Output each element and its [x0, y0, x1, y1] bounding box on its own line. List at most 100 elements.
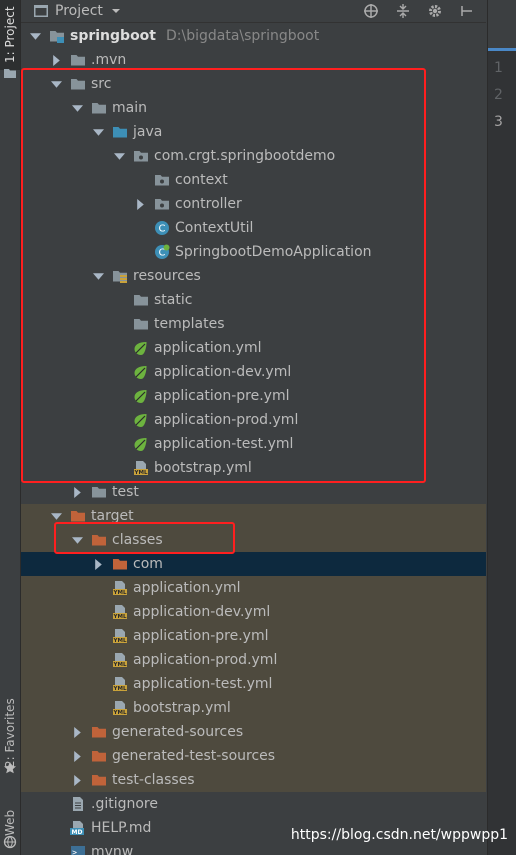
folder-icon [91, 100, 107, 116]
expand-arrow-down-icon[interactable] [29, 30, 41, 42]
collapse-icon[interactable] [394, 2, 412, 20]
tree-row[interactable]: application-prod.yml [21, 408, 486, 432]
tree-item-label: java [133, 124, 163, 140]
globe-icon [3, 835, 17, 849]
resources-folder-icon [112, 268, 128, 284]
expand-arrow-down-icon[interactable] [113, 150, 125, 162]
tree-row[interactable]: test-classes [21, 768, 486, 792]
svg-text:YML: YML [113, 710, 127, 716]
tree-row[interactable]: com.crgt.springbootdemo [21, 144, 486, 168]
tree-row[interactable]: com [21, 552, 486, 576]
expand-arrow-down-icon[interactable] [71, 534, 83, 546]
tree-item-label: bootstrap.yml [154, 460, 252, 476]
tree-row[interactable]: .gitignore [21, 792, 486, 816]
arrow-placeholder [92, 582, 104, 594]
tree-row[interactable]: application-dev.yml [21, 360, 486, 384]
tree-row[interactable]: templates [21, 312, 486, 336]
gear-icon[interactable] [426, 2, 444, 20]
spring-yml-icon [133, 436, 149, 452]
tree-item-label: test [112, 484, 139, 500]
expand-arrow-right-icon[interactable] [71, 726, 83, 738]
arrow-placeholder [92, 654, 104, 666]
expand-arrow-down-icon[interactable] [50, 78, 62, 90]
chevron-down-icon[interactable] [111, 6, 121, 16]
expand-arrow-right-icon[interactable] [92, 558, 104, 570]
arrow-placeholder [113, 390, 125, 402]
expand-arrow-down-icon[interactable] [50, 510, 62, 522]
tree-row[interactable]: main [21, 96, 486, 120]
tree-item-label: springboot [70, 28, 156, 44]
expand-arrow-down-icon[interactable] [71, 102, 83, 114]
svg-text:C: C [159, 224, 166, 235]
tree-row[interactable]: generated-test-sources [21, 744, 486, 768]
spring-boot-class-icon: C [154, 244, 170, 260]
line-number: 1 [494, 60, 503, 76]
tree-row[interactable]: YML application-dev.yml [21, 600, 486, 624]
tree-row[interactable]: YML bootstrap.yml [21, 696, 486, 720]
arrow-placeholder [50, 822, 62, 834]
tree-row[interactable]: generated-sources [21, 720, 486, 744]
tree-row[interactable]: YML application-prod.yml [21, 648, 486, 672]
tree-row[interactable]: .mvn [21, 48, 486, 72]
arrow-placeholder [50, 846, 62, 855]
tree-row[interactable]: controller [21, 192, 486, 216]
tree-item-path: D:\bigdata\springboot [166, 28, 320, 44]
tree-row[interactable]: YML bootstrap.yml [21, 456, 486, 480]
left-tool-strip: 1: Project 2: Favorites Web [0, 0, 21, 855]
project-tool-tab[interactable]: 1: Project [0, 0, 20, 70]
tree-item-label: application-prod.yml [154, 412, 299, 428]
tree-row[interactable]: target [21, 504, 486, 528]
svg-text:YML: YML [113, 662, 127, 668]
arrow-placeholder [134, 246, 146, 258]
expand-arrow-right-icon[interactable] [71, 750, 83, 762]
tree-row[interactable]: C ContextUtil [21, 216, 486, 240]
tree-item-label: application-dev.yml [154, 364, 292, 380]
crosshair-icon[interactable] [362, 2, 380, 20]
class-icon: C [154, 220, 170, 236]
yml-file-icon: YML [112, 652, 128, 668]
tree-row[interactable]: application.yml [21, 336, 486, 360]
tree-row[interactable]: YML application-pre.yml [21, 624, 486, 648]
tree-row[interactable]: application-test.yml [21, 432, 486, 456]
module-folder-icon [49, 28, 65, 44]
arrow-placeholder [113, 438, 125, 450]
arrow-placeholder [113, 462, 125, 474]
arrow-placeholder [50, 798, 62, 810]
tree-row[interactable]: C SpringbootDemoApplication [21, 240, 486, 264]
tree-item-label: .mvn [91, 52, 127, 68]
tree-row[interactable]: java [21, 120, 486, 144]
folder-icon [91, 484, 107, 500]
project-view-icon [34, 5, 48, 17]
expand-arrow-down-icon[interactable] [92, 126, 104, 138]
tree-row[interactable]: test [21, 480, 486, 504]
package-icon [154, 172, 170, 188]
tree-row[interactable]: src [21, 72, 486, 96]
tree-row[interactable]: YML application.yml [21, 576, 486, 600]
folder-icon [70, 52, 86, 68]
panel-title[interactable]: Project [55, 3, 103, 19]
tree-item-label: controller [175, 196, 242, 212]
tree-row[interactable]: resources [21, 264, 486, 288]
yml-file-icon: YML [112, 604, 128, 620]
expand-arrow-right-icon[interactable] [71, 774, 83, 786]
hide-icon[interactable] [458, 2, 476, 20]
tree-item-label: classes [112, 532, 163, 548]
tree-row[interactable]: classes [21, 528, 486, 552]
tree-row[interactable]: context [21, 168, 486, 192]
expand-arrow-down-icon[interactable] [92, 270, 104, 282]
project-panel-header: Project [21, 0, 486, 23]
watermark: https://blog.csdn.net/wppwpp1 [290, 827, 508, 843]
tree-row[interactable]: static [21, 288, 486, 312]
expand-arrow-right-icon[interactable] [71, 486, 83, 498]
project-tree: springboot D:\bigdata\springboot .mvn src ma… [21, 24, 486, 855]
tree-row[interactable]: YML application-test.yml [21, 672, 486, 696]
tree-row[interactable]: application-pre.yml [21, 384, 486, 408]
arrow-placeholder [134, 174, 146, 186]
tree-row[interactable]: springboot D:\bigdata\springboot [21, 24, 486, 48]
expand-arrow-right-icon[interactable] [134, 198, 146, 210]
editor-tab-strip[interactable] [488, 0, 516, 51]
expand-arrow-right-icon[interactable] [50, 54, 62, 66]
svg-text:YML: YML [113, 614, 127, 620]
tree-item-label: bootstrap.yml [133, 700, 231, 716]
tree-item-label: com.crgt.springbootdemo [154, 148, 336, 164]
